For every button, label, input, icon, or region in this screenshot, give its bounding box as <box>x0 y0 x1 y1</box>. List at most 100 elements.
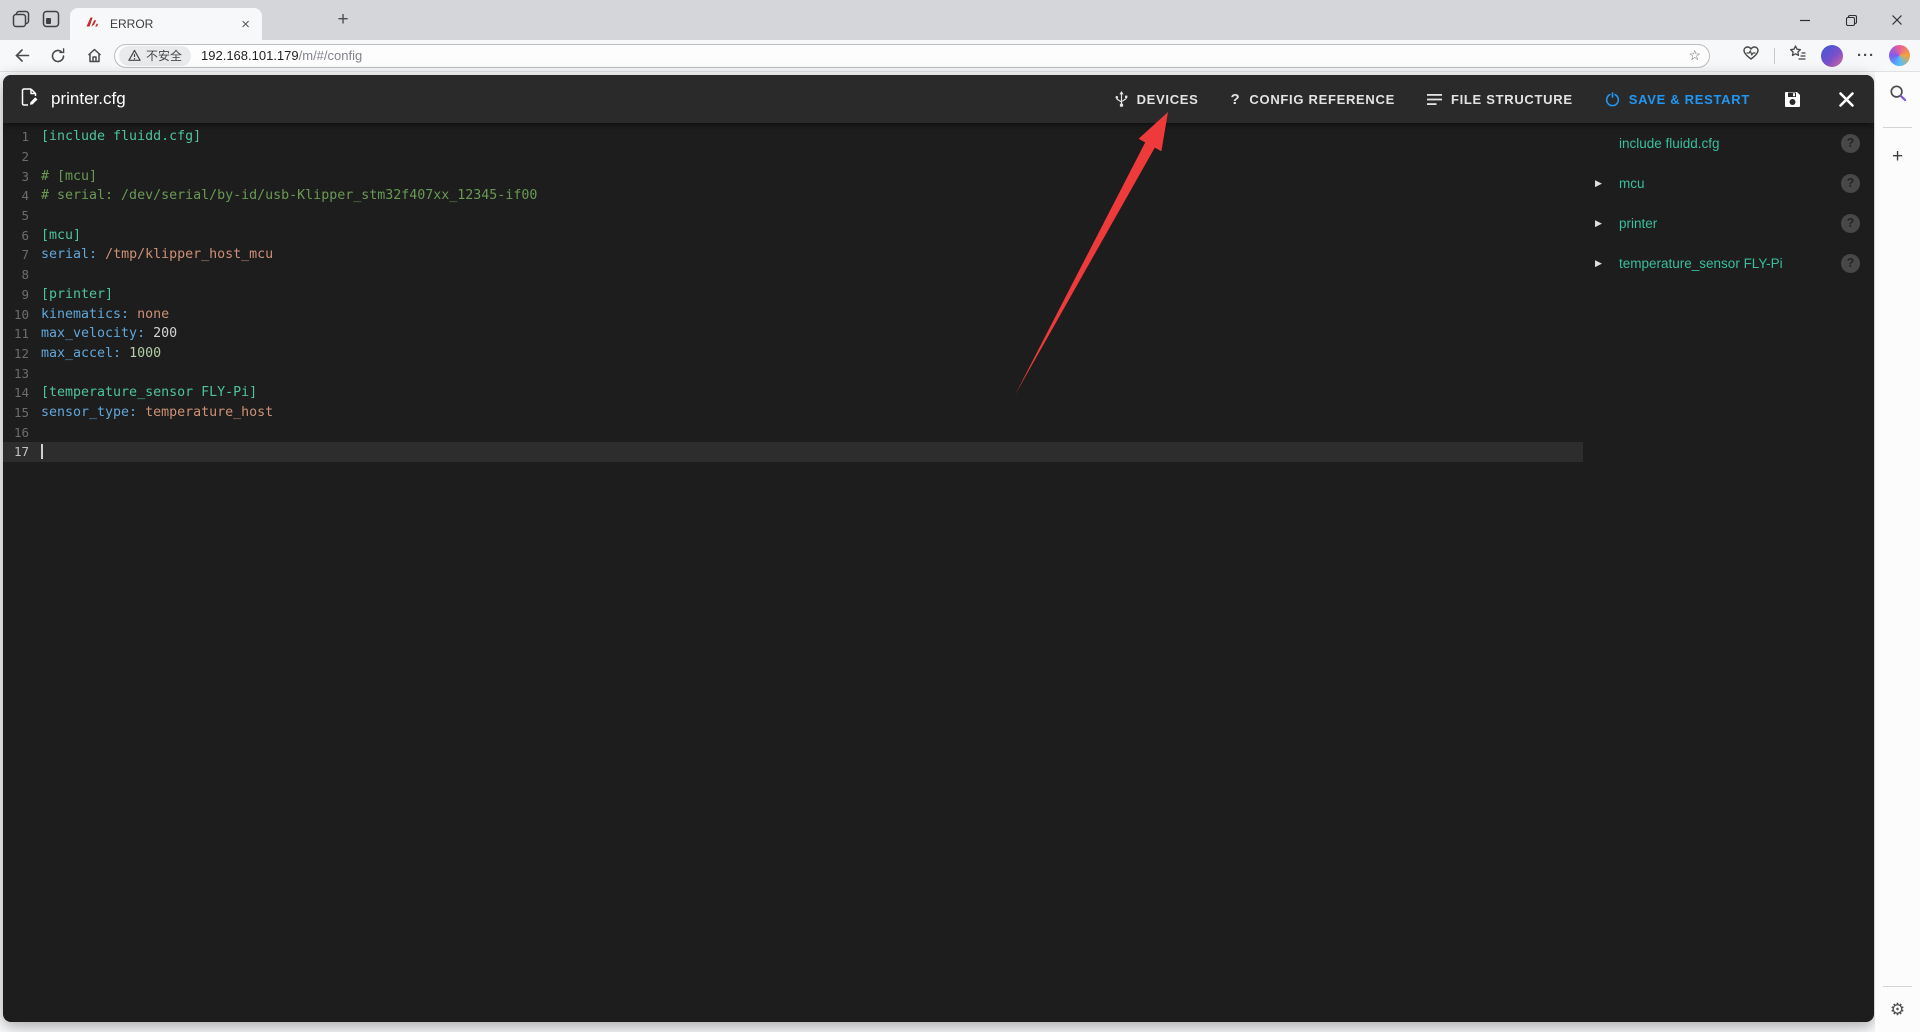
toolbar-right-icons: ··· <box>1742 44 1910 67</box>
line-text: max_accel: 1000 <box>41 345 162 361</box>
line-text: max_velocity: 200 <box>41 326 178 342</box>
expand-arrow-icon[interactable]: ▶ <box>1595 178 1619 189</box>
file-structure-button[interactable]: FILE STRUCTURE <box>1426 91 1573 107</box>
line-number: 5 <box>21 208 29 224</box>
favorites-icon[interactable] <box>1789 44 1807 67</box>
warning-icon <box>128 49 141 61</box>
line-number: 14 <box>13 385 29 401</box>
expand-arrow-icon[interactable]: ▶ <box>1595 218 1619 229</box>
help-icon[interactable]: ? <box>1841 173 1860 193</box>
line-number: 3 <box>21 168 29 184</box>
line-number: 17 <box>13 444 29 460</box>
tab-close-icon[interactable]: × <box>239 17 252 32</box>
line-number: 7 <box>21 247 29 263</box>
minimize-button[interactable] <box>1782 0 1828 40</box>
help-icon[interactable]: ? <box>1841 213 1860 233</box>
save-restart-label: SAVE & RESTART <box>1628 91 1750 107</box>
file-structure-item[interactable]: ▶ temperature_sensor FLY-Pi? <box>1583 243 1874 283</box>
browser-tab-strip: ERROR × + <box>0 0 1920 40</box>
code-line[interactable]: 3 # [mcu] <box>3 166 1583 186</box>
help-icon[interactable]: ? <box>1841 133 1860 153</box>
code-editor[interactable]: 1 [include fluidd.cfg] 2 3 # [mcu] 4 # serial:… <box>3 123 1583 1022</box>
question-icon: ? <box>1230 90 1241 108</box>
file-edit-icon <box>19 87 39 112</box>
new-tab-button[interactable]: + <box>330 7 356 33</box>
usb-icon <box>1115 90 1127 107</box>
add-favorite-icon[interactable]: ☆ <box>1688 47 1701 64</box>
code-line[interactable]: 13 <box>3 363 1583 383</box>
file-structure-label: mcu <box>1619 175 1645 191</box>
code-line[interactable]: 5 <box>3 206 1583 226</box>
code-line[interactable]: 17 <box>3 442 1583 462</box>
save-button[interactable] <box>1780 87 1804 111</box>
editor-topbar: printer.cfg DEVICES ? CONFIG REFERENCE F… <box>3 75 1874 123</box>
page-background: printer.cfg DEVICES ? CONFIG REFERENCE F… <box>0 72 1875 1032</box>
devices-label: DEVICES <box>1136 91 1199 107</box>
browser-essentials-icon[interactable] <box>1742 44 1760 67</box>
url-host: 192.168.101.179 <box>201 48 299 63</box>
restore-button[interactable] <box>1828 0 1874 40</box>
config-reference-label: CONFIG REFERENCE <box>1249 91 1395 107</box>
sidebar-add-icon[interactable]: + <box>1892 146 1903 168</box>
code-line[interactable]: 9 [printer] <box>3 285 1583 305</box>
help-icon[interactable]: ? <box>1841 253 1860 273</box>
tab-preview-icon[interactable] <box>42 10 62 30</box>
site-security-chip[interactable]: 不安全 <box>119 45 192 66</box>
code-line[interactable]: 11 max_velocity: 200 <box>3 324 1583 344</box>
url-path: /m/#/config <box>298 48 363 63</box>
code-line[interactable]: 12 max_accel: 1000 <box>3 344 1583 364</box>
line-number: 12 <box>13 345 29 361</box>
window-controls <box>1782 0 1920 40</box>
browser-toolbar: 不安全 192.168.101.179/m/#/config ☆ ··· <box>0 40 1920 72</box>
code-line[interactable]: 15 sensor_type: temperature_host <box>3 403 1583 423</box>
line-text: kinematics: none <box>41 306 170 322</box>
file-structure-label: temperature_sensor FLY-Pi <box>1619 255 1783 271</box>
sidebar-divider-top <box>1883 127 1912 128</box>
line-text <box>29 444 43 460</box>
code-line[interactable]: 14 [temperature_sensor FLY-Pi] <box>3 383 1583 403</box>
file-structure-label: FILE STRUCTURE <box>1450 91 1573 107</box>
code-line[interactable]: 6 [mcu] <box>3 225 1583 245</box>
close-editor-button[interactable] <box>1834 87 1858 111</box>
config-reference-button[interactable]: ? CONFIG REFERENCE <box>1231 91 1395 108</box>
profile-avatar[interactable] <box>1821 44 1843 67</box>
workspaces-icon[interactable] <box>12 10 32 30</box>
file-structure-item[interactable]: ▶ mcu? <box>1583 163 1874 203</box>
file-structure-item[interactable]: include fluidd.cfg? <box>1583 123 1874 163</box>
refresh-icon[interactable] <box>44 42 72 70</box>
code-line[interactable]: 4 # serial: /dev/serial/by-id/usb-Klipper… <box>3 186 1583 206</box>
code-line[interactable]: 2 <box>3 147 1583 167</box>
line-number: 15 <box>13 404 29 420</box>
back-icon[interactable] <box>8 42 36 70</box>
security-label: 不安全 <box>146 49 183 63</box>
address-bar[interactable]: 不安全 192.168.101.179/m/#/config ☆ <box>114 43 1710 68</box>
code-line[interactable]: 1 [include fluidd.cfg] <box>3 127 1583 147</box>
home-icon[interactable] <box>80 42 108 70</box>
save-restart-button[interactable]: SAVE & RESTART <box>1605 92 1750 107</box>
line-number: 11 <box>13 326 29 342</box>
file-structure-item[interactable]: ▶ printer? <box>1583 203 1874 243</box>
copilot-icon[interactable] <box>1889 45 1910 66</box>
code-line[interactable]: 10 kinematics: none <box>3 304 1583 324</box>
file-structure-label: include fluidd.cfg <box>1619 135 1720 151</box>
settings-gear-icon[interactable]: ⚙ <box>1890 1000 1905 1020</box>
line-number: 9 <box>21 286 29 302</box>
toolbar-divider <box>1774 47 1775 64</box>
line-number: 1 <box>21 129 29 145</box>
browser-tab[interactable]: ERROR × <box>70 8 262 40</box>
expand-arrow-icon[interactable]: ▶ <box>1595 258 1619 269</box>
list-icon <box>1426 93 1442 105</box>
sidebar-search-icon[interactable] <box>1888 83 1908 103</box>
devices-button[interactable]: DEVICES <box>1115 90 1199 108</box>
close-window-button[interactable] <box>1874 0 1920 40</box>
more-menu-icon[interactable]: ··· <box>1857 47 1875 64</box>
restart-icon <box>1605 91 1619 106</box>
line-text: sensor_type: temperature_host <box>41 404 274 420</box>
file-structure-sidebar: include fluidd.cfg? ▶ mcu? ▶ printer? ▶ temper… <box>1583 123 1874 1022</box>
line-text: serial: /tmp/klipper_host_mcu <box>41 247 274 263</box>
line-number: 6 <box>21 227 29 243</box>
code-line[interactable]: 16 <box>3 422 1583 442</box>
code-line[interactable]: 7 serial: /tmp/klipper_host_mcu <box>3 245 1583 265</box>
url-text: 192.168.101.179/m/#/config <box>201 48 362 63</box>
code-line[interactable]: 8 <box>3 265 1583 285</box>
